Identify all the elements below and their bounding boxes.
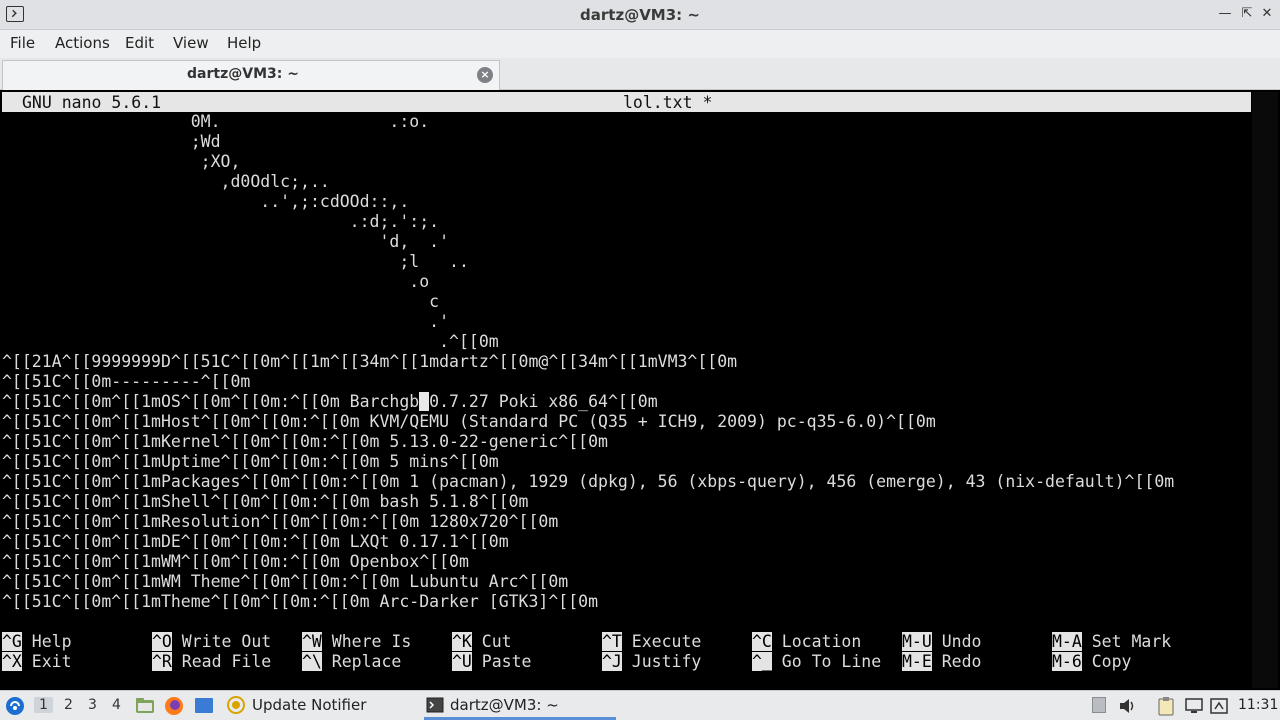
text-line: .:d;.':;. [2, 212, 440, 231]
shortcut-set-mark: M-A Set Mark [1052, 632, 1172, 651]
text-line: ^[[51C^[[0m^[[1mUptime^[[0m^[[0m:^[[0m 5… [2, 452, 499, 471]
nano-header: GNU nano 5.6.1 lol.txt * [2, 92, 1251, 112]
keyboard-icon[interactable] [1210, 697, 1228, 715]
volume-icon[interactable] [1118, 697, 1138, 715]
os-line-end: 0.7.27 Poki x86_64^[[0m [429, 392, 658, 411]
menu-actions[interactable]: Actions [55, 34, 110, 52]
text-line: ^[[51C^[[0m^[[1mShell^[[0m^[[0m:^[[0m ba… [2, 492, 529, 511]
terminal-area[interactable]: GNU nano 5.6.1 lol.txt * 0M. .:o. ;Wd ;X… [0, 90, 1280, 690]
text-line: ,d0Odlc;,.. [2, 172, 330, 191]
text-line: 0M. .:o. [2, 112, 430, 131]
desktop-3-button[interactable]: 3 [88, 697, 97, 713]
menu-help[interactable]: Help [227, 34, 261, 52]
text-line: ;XO, [2, 152, 241, 171]
text-line: ^[[51C^[[0m^[[1mKernel^[[0m^[[0m:^[[0m 5… [2, 432, 608, 451]
editor-text[interactable]: 0M. .:o. ;Wd ;XO, ,d0Odlc;,.. ..',;:cdOO… [2, 112, 1251, 632]
shortcut-redo: M-E Redo [902, 652, 982, 671]
menu-file[interactable]: File [10, 34, 35, 52]
window-title: dartz@VM3: ~ [580, 6, 700, 24]
terminal-icon [426, 697, 444, 713]
clipboard-icon[interactable] [1156, 696, 1176, 716]
close-icon[interactable]: ✕ [1258, 5, 1276, 23]
text-line: 'd, .' [2, 232, 450, 251]
text-line: ;Wd [2, 132, 221, 151]
text-line: ^[[51C^[[0m^[[1mResolution^[[0m^[[0m:^[[… [2, 512, 559, 531]
shortcut-execute: ^T Execute [602, 632, 702, 651]
terminal-scrollbar[interactable] [1252, 92, 1278, 688]
task-terminal[interactable]: dartz@VM3: ~ [424, 692, 616, 720]
tray-arrow-icon[interactable] [1092, 697, 1106, 713]
task-update-notifier[interactable]: Update Notifier [226, 692, 416, 720]
text-line: .^[[0m [2, 332, 499, 351]
shortcut-help: ^G Help [2, 632, 72, 651]
shortcut-justify: ^J Justify [602, 652, 702, 671]
text-line: .o [2, 272, 430, 291]
menu-bar: File Actions Edit View Help [0, 30, 1280, 58]
shortcut-replace: ^\ Replace [302, 652, 402, 671]
shortcut-paste: ^U Paste [452, 652, 532, 671]
text-line: .' [2, 312, 450, 331]
text-line: ^[[51C^[[0m^[[1mWM Theme^[[0m^[[0m:^[[0m… [2, 572, 569, 591]
maximize-icon[interactable]: ⇱ [1238, 5, 1256, 23]
start-menu-icon[interactable] [5, 696, 25, 716]
task-label: Update Notifier [252, 696, 367, 714]
nano-filename: lol.txt * [623, 93, 713, 112]
tab-bar: dartz@VM3: ~ × [0, 58, 1280, 90]
shortcut-exit: ^X Exit [2, 652, 72, 671]
os-line-start: ^[[51C^[[0m^[[1mOS^[[0m^[[0m:^[[0m Barch… [2, 392, 420, 411]
task-label: dartz@VM3: ~ [450, 696, 559, 714]
text-cursor [419, 392, 430, 411]
text-line-os: ^[[51C^[[0m^[[1mOS^[[0m^[[0m:^[[0m Barch… [2, 392, 658, 412]
terminal-tab[interactable]: dartz@VM3: ~ × [2, 60, 500, 90]
shortcut-cut: ^K Cut [452, 632, 512, 651]
text-line: ^[[51C^[[0m---------^[[0m [2, 372, 251, 391]
nano-shortcuts: ^G Help ^X Exit ^O Write Out ^R Read Fil… [2, 632, 1251, 674]
window-titlebar: dartz@VM3: ~ — ⇱ ✕ [0, 0, 1280, 30]
menu-view[interactable]: View [173, 34, 209, 52]
text-line: ^[[51C^[[0m^[[1mPackages^[[0m^[[0m:^[[0m… [2, 472, 1175, 491]
update-notifier-icon [227, 696, 245, 714]
text-line: ..',;:cdOOd::,. [2, 192, 410, 211]
text-line: ^[[51C^[[0m^[[1mDE^[[0m^[[0m:^[[0m LXQt … [2, 532, 509, 551]
text-line: ;l .. [2, 252, 469, 271]
shortcut-where-is: ^W Where Is [302, 632, 412, 651]
text-line: c [2, 292, 440, 311]
text-line: ^[[51C^[[0m^[[1mTheme^[[0m^[[0m:^[[0m Ar… [2, 592, 599, 611]
network-icon[interactable] [1184, 697, 1204, 715]
show-desktop-icon[interactable] [194, 696, 214, 716]
shortcut-location: ^C Location [752, 632, 862, 651]
desktop-2-button[interactable]: 2 [64, 697, 73, 713]
tab-close-icon[interactable]: × [477, 67, 493, 83]
clock[interactable]: 11:31 [1238, 697, 1278, 713]
shortcut-copy: M-6 Copy [1052, 652, 1132, 671]
file-manager-icon[interactable] [135, 696, 155, 716]
menu-edit[interactable]: Edit [125, 34, 154, 52]
shortcut-write-out: ^O Write Out [152, 632, 272, 651]
taskbar: 1 2 3 4 Update Notifier dartz@VM3: ~ 11:… [0, 690, 1280, 720]
firefox-icon[interactable] [164, 696, 184, 716]
shortcut-read-file: ^R Read File [152, 652, 272, 671]
text-line: ^[[51C^[[0m^[[1mHost^[[0m^[[0m:^[[0m KVM… [2, 412, 936, 431]
text-line: ^[[21A^[[9999999D^[[51C^[[0m^[[1m^[[34m^… [2, 352, 738, 371]
text-line: ^[[51C^[[0m^[[1mWM^[[0m^[[0m:^[[0m Openb… [2, 552, 469, 571]
shortcut-undo: M-U Undo [902, 632, 982, 651]
desktop-4-button[interactable]: 4 [112, 697, 121, 713]
desktop-1-button[interactable]: 1 [34, 697, 53, 713]
tab-label: dartz@VM3: ~ [187, 66, 299, 82]
minimize-icon[interactable]: — [1216, 5, 1234, 23]
shortcut-go-to-line: ^_ Go To Line [752, 652, 882, 671]
nano-version: GNU nano 5.6.1 [22, 93, 162, 112]
